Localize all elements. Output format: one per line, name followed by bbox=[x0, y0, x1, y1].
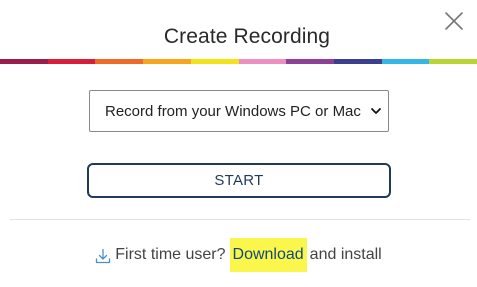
color-strip bbox=[0, 59, 477, 64]
color-strip-segment bbox=[47, 59, 96, 64]
color-strip-segment bbox=[238, 59, 287, 64]
download-footer: First time user? Download and install bbox=[0, 238, 477, 272]
chevron-down-icon bbox=[371, 108, 381, 114]
start-button[interactable]: START bbox=[87, 163, 391, 198]
color-strip-segment bbox=[429, 59, 477, 64]
recording-source-select[interactable]: Record from your Windows PC or Mac bbox=[89, 90, 389, 132]
create-recording-dialog: Create Recording Record from your Window… bbox=[0, 0, 477, 287]
recording-source-value: Record from your Windows PC or Mac bbox=[105, 102, 361, 120]
dialog-title: Create Recording bbox=[163, 25, 331, 48]
footer-prefix: First time user? bbox=[115, 246, 226, 263]
color-strip-segment bbox=[333, 59, 382, 64]
download-icon bbox=[96, 248, 111, 264]
footer-suffix: and install bbox=[309, 246, 382, 263]
color-strip-segment bbox=[190, 59, 239, 64]
color-strip-segment bbox=[381, 59, 430, 64]
color-strip-segment bbox=[143, 59, 191, 64]
color-strip-segment bbox=[286, 59, 334, 64]
color-strip-segment bbox=[95, 59, 144, 64]
color-strip-segment bbox=[0, 59, 48, 64]
divider bbox=[10, 219, 470, 220]
download-link[interactable]: Download bbox=[229, 238, 307, 272]
